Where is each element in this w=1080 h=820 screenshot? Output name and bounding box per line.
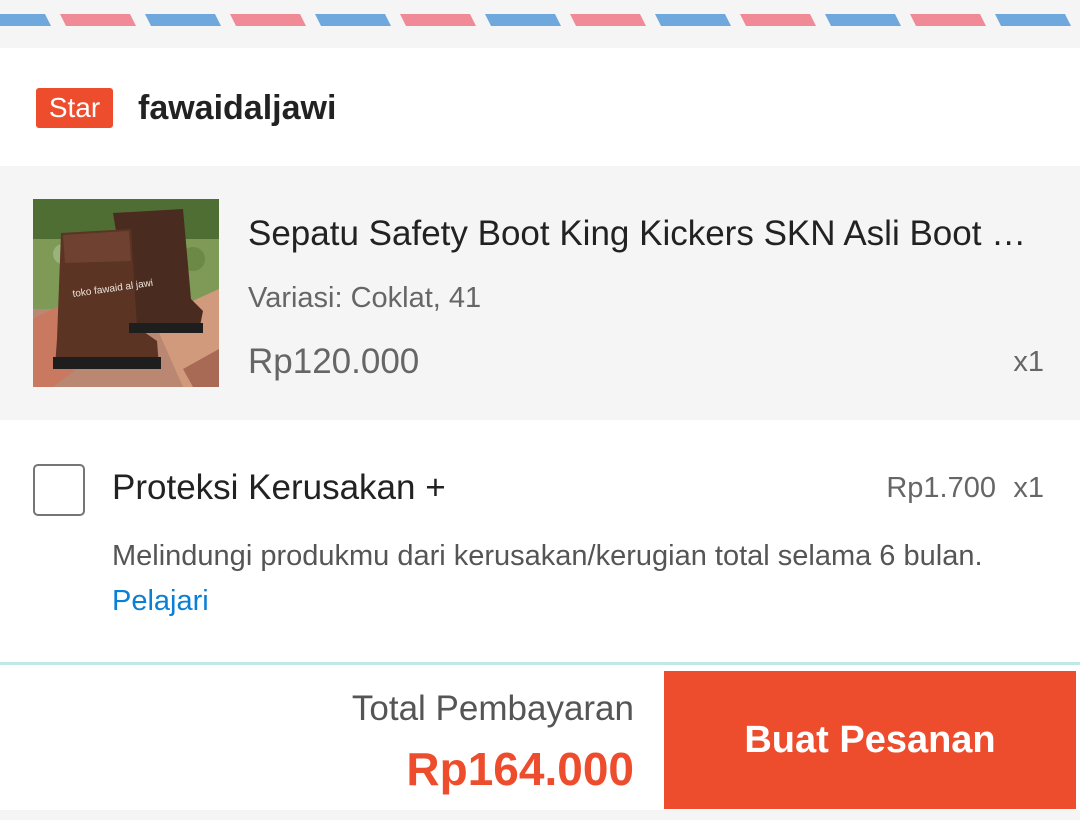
protection-description-text: Melindungi produkmu dari kerusakan/kerug…: [112, 540, 983, 572]
envelope-stripe: [910, 14, 986, 26]
total-payment-label: Total Pembayaran: [351, 689, 634, 728]
product-quantity: x1: [1013, 346, 1044, 378]
product-item[interactable]: toko fawaid al jawi Sepatu Safety Boot K…: [0, 166, 1080, 420]
protection-quantity: x1: [1013, 472, 1044, 504]
envelope-stripe: [400, 14, 476, 26]
seller-header: Star fawaidaljawi: [0, 48, 1080, 166]
envelope-stripe: [740, 14, 816, 26]
damage-protection-option: Proteksi Kerusakan + Rp1.700 x1 Melindun…: [0, 420, 1080, 662]
checkout-bar: Total Pembayaran Rp164.000 Buat Pesanan: [0, 665, 1080, 820]
learn-more-link[interactable]: Pelajari: [112, 585, 209, 617]
product-variation: Variasi: Coklat, 41: [248, 282, 482, 314]
protection-price: Rp1.700: [886, 472, 996, 504]
place-order-button[interactable]: Buat Pesanan: [664, 671, 1076, 809]
address-envelope-border: [0, 0, 1080, 48]
protection-checkbox[interactable]: [33, 464, 85, 516]
bottom-edge: [0, 810, 1080, 820]
envelope-stripe: [655, 14, 731, 26]
envelope-stripe: [315, 14, 391, 26]
seller-name[interactable]: fawaidaljawi: [138, 86, 336, 130]
protection-description: Melindungi produkmu dari kerusakan/kerug…: [112, 534, 1032, 624]
product-image: toko fawaid al jawi: [33, 199, 219, 387]
star-seller-badge: Star: [36, 88, 113, 128]
envelope-stripe: [485, 14, 561, 26]
product-price: Rp120.000: [248, 342, 420, 381]
envelope-stripe: [60, 14, 136, 26]
product-name: Sepatu Safety Boot King Kickers SKN Asli…: [248, 214, 1038, 253]
protection-title: Proteksi Kerusakan +: [112, 468, 446, 507]
envelope-stripe: [145, 14, 221, 26]
envelope-stripe-pattern: [0, 14, 1071, 26]
envelope-stripe: [825, 14, 901, 26]
envelope-stripe: [995, 14, 1071, 26]
envelope-stripe: [230, 14, 306, 26]
safety-boot-photo: toko fawaid al jawi: [33, 199, 219, 387]
envelope-stripe: [0, 14, 51, 26]
total-payment-amount: Rp164.000: [406, 743, 634, 795]
envelope-stripe: [570, 14, 646, 26]
